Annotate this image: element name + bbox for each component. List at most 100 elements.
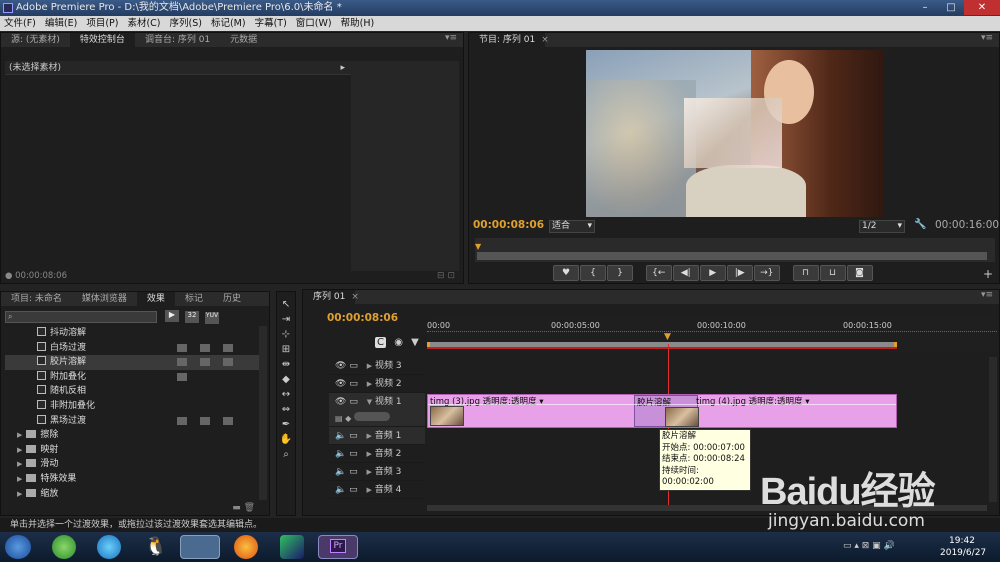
pen-tool-icon[interactable]: ✒: [279, 418, 293, 431]
expand-triangle-icon[interactable]: ▶: [367, 362, 372, 370]
hand-tool-icon[interactable]: ✋: [279, 433, 293, 446]
slide-tool-icon[interactable]: ⇔: [279, 403, 293, 416]
expand-arrow-icon[interactable]: ▸: [340, 61, 345, 75]
playhead-marker-icon[interactable]: ▼: [475, 242, 481, 251]
opacity-line[interactable]: [428, 404, 896, 405]
zoom-tool-icon[interactable]: ⌕: [279, 448, 293, 461]
media-app-icon[interactable]: [280, 535, 304, 559]
audio-track-2[interactable]: 🔈 ▭ ▶ 音频 2: [329, 445, 425, 463]
menu-file[interactable]: 文件(F): [4, 16, 36, 31]
windmill-app-icon[interactable]: [97, 535, 121, 559]
transition-block[interactable]: 胶片溶解: [634, 395, 699, 427]
export-frame-button[interactable]: ◙: [846, 265, 873, 281]
audio-track-1[interactable]: 🔈 ▭ ▶ 音频 1: [329, 427, 425, 445]
accelerated-effects-icon[interactable]: ▶: [165, 310, 179, 322]
slip-tool-icon[interactable]: ↔: [279, 388, 293, 401]
extract-button[interactable]: ⊔: [819, 265, 846, 281]
effect-item[interactable]: 抖动溶解: [5, 326, 259, 341]
effect-item[interactable]: 白场过渡: [5, 341, 259, 356]
video-track-3[interactable]: 👁 ▭ ▶ 视频 3: [329, 357, 425, 375]
menu-edit[interactable]: 编辑(E): [45, 16, 77, 31]
snap-icon[interactable]: C: [375, 337, 386, 348]
tab-media-browser[interactable]: 媒体浏览器: [72, 292, 137, 306]
go-to-in-button[interactable]: {←: [645, 265, 672, 281]
yuv-filter-button[interactable]: YUV: [205, 312, 219, 324]
menu-marker[interactable]: 标记(M): [211, 16, 246, 31]
rolling-edit-tool-icon[interactable]: ⊞: [279, 343, 293, 356]
video-track-2[interactable]: 👁 ▭ ▶ 视频 2: [329, 375, 425, 393]
effect-item[interactable]: 非附加叠化: [5, 399, 259, 414]
menu-title[interactable]: 字幕(T): [255, 16, 287, 31]
wrench-icon[interactable]: 🔧: [914, 219, 926, 230]
expand-triangle-icon[interactable]: ▶: [367, 380, 372, 388]
panel-menu-icon[interactable]: ▾≡: [981, 290, 993, 300]
lock-icon[interactable]: ▭: [349, 431, 358, 441]
expand-triangle-icon[interactable]: ▶: [17, 490, 22, 498]
fit-dropdown[interactable]: 适合 ▾: [549, 220, 595, 233]
expand-triangle-icon[interactable]: ▶: [366, 486, 371, 494]
playhead-handle-icon[interactable]: ▼: [664, 332, 671, 342]
go-to-out-button[interactable]: →}: [753, 265, 780, 281]
effect-folder[interactable]: ▶ 擦除: [5, 428, 259, 443]
tab-close-icon[interactable]: ×: [541, 35, 549, 45]
step-back-button[interactable]: ◀|: [672, 265, 699, 281]
file-explorer-icon[interactable]: [180, 535, 220, 559]
lock-icon[interactable]: ▭: [349, 485, 358, 495]
360-browser-icon[interactable]: [52, 535, 76, 559]
rate-stretch-tool-icon[interactable]: ⇹: [279, 358, 293, 371]
menu-help[interactable]: 帮助(H): [341, 16, 375, 31]
effects-scrollbar[interactable]: [259, 326, 267, 500]
eye-icon[interactable]: 👁: [335, 397, 346, 407]
lock-icon[interactable]: ▭: [349, 449, 358, 459]
menu-window[interactable]: 窗口(W): [296, 16, 332, 31]
program-scrubber[interactable]: ▼: [475, 238, 995, 262]
expand-triangle-icon[interactable]: ▶: [366, 450, 371, 458]
add-button-icon[interactable]: +: [983, 267, 993, 281]
effect-folder[interactable]: ▶ 滑动: [5, 457, 259, 472]
speaker-icon[interactable]: 🔈: [335, 449, 346, 459]
menu-sequence[interactable]: 序列(S): [170, 16, 202, 31]
razor-tool-icon[interactable]: ◆: [279, 373, 293, 386]
menu-project[interactable]: 项目(P): [86, 16, 118, 31]
clip[interactable]: timg (4).jpg 透明度:透明度 ▾: [696, 395, 896, 427]
mark-in-button[interactable]: {: [580, 265, 606, 281]
tab-program[interactable]: 节目: 序列 01: [469, 33, 546, 47]
lock-icon[interactable]: ▭: [349, 467, 358, 477]
tab-history[interactable]: 历史: [213, 292, 251, 306]
selection-tool-icon[interactable]: ↖: [279, 298, 293, 311]
keyframe-controls[interactable]: ▤ ◆: [335, 410, 390, 428]
close-button[interactable]: ✕: [964, 0, 1000, 15]
menu-clip[interactable]: 素材(C): [127, 16, 160, 31]
speaker-icon[interactable]: 🔈: [335, 485, 346, 495]
tab-effect-controls[interactable]: 特效控制台: [69, 33, 135, 47]
tab-effects[interactable]: 效果: [136, 292, 175, 306]
32bit-filter-button[interactable]: 32: [185, 311, 199, 323]
effects-search-input[interactable]: ⌕: [5, 311, 157, 323]
maximize-button[interactable]: □: [938, 0, 964, 15]
effect-item-selected[interactable]: 胶片溶解: [5, 355, 259, 370]
video-preview[interactable]: [586, 50, 883, 217]
effect-item[interactable]: 黑场过渡: [5, 414, 259, 429]
play-button[interactable]: ▶: [699, 265, 726, 281]
panel-menu-icon[interactable]: ▾≡: [445, 33, 457, 43]
expand-triangle-icon[interactable]: ▶: [17, 431, 22, 439]
timeline-horizontal-scrollbar[interactable]: [427, 505, 987, 511]
effect-folder[interactable]: ▶ 缩放: [5, 487, 259, 500]
panel-menu-icon[interactable]: ▾≡: [981, 33, 993, 43]
marker-icon[interactable]: ▼: [411, 337, 419, 348]
qq-icon[interactable]: 🐧: [143, 535, 169, 559]
track-select-tool-icon[interactable]: ⇥: [279, 313, 293, 326]
mark-out-button[interactable]: }: [607, 265, 633, 281]
timeline-vertical-scrollbar[interactable]: [989, 357, 997, 502]
step-forward-button[interactable]: |▶: [726, 265, 753, 281]
tab-source[interactable]: 源: (无素材): [1, 33, 70, 47]
lock-icon[interactable]: ▭: [349, 397, 358, 407]
effect-item[interactable]: 附加叠化: [5, 370, 259, 385]
clip[interactable]: timg (3).jpg 透明度:透明度 ▾: [428, 395, 669, 427]
expand-triangle-icon[interactable]: ▶: [366, 432, 371, 440]
system-tray-icons[interactable]: ▭ ▴ ⊠ ▣ 🔊: [843, 541, 895, 551]
expand-triangle-icon[interactable]: ▶: [366, 468, 371, 476]
resolution-dropdown[interactable]: 1/2 ▾: [859, 220, 905, 233]
scrubber-bar[interactable]: [477, 252, 987, 260]
video-track-1[interactable]: 👁 ▭ ▼ 视频 1 ▤ ◆: [329, 393, 425, 427]
